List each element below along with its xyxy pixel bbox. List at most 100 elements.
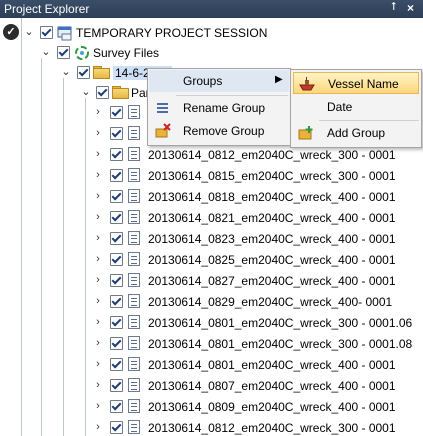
folder-icon (93, 66, 110, 79)
file-icon (128, 126, 140, 140)
file-row[interactable]: › 20130614_0807_em2040C_wreck_400 - 0001 (0, 376, 423, 396)
expand-arrow-icon[interactable]: › (92, 337, 104, 349)
file-icon (128, 210, 140, 224)
file-row[interactable]: › 20130614_0812_em2040C_wreck_300 - 0001 (0, 145, 423, 165)
panel-titlebar: Project Explorer ⭡ × (0, 0, 423, 18)
file-checkbox[interactable] (110, 316, 123, 329)
rename-group-icon (155, 100, 171, 116)
file-row[interactable]: › 20130614_0825_em2040C_wreck_400 - 0001 (0, 250, 423, 270)
file-checkbox[interactable] (110, 358, 123, 371)
file-row[interactable]: › 20130614_0812_em2040C_wreck_300 - 0001 (0, 418, 423, 436)
survey-files-icon (74, 45, 90, 61)
close-icon[interactable]: × (407, 1, 414, 15)
date-folder-checkbox[interactable] (77, 66, 90, 79)
menu-item-rename-label: Rename Group (183, 101, 266, 115)
file-row[interactable]: › 20130614_0801_em2040C_wreck_300 - 0001… (0, 313, 423, 333)
expand-arrow-icon[interactable]: › (92, 316, 104, 328)
expand-arrow-icon[interactable]: › (92, 253, 104, 265)
file-checkbox[interactable] (110, 169, 123, 182)
file-label: 20130614_0807_em2040C_wreck_400 - 0001 (148, 379, 396, 393)
file-checkbox[interactable] (110, 232, 123, 245)
file-label: 20130614_0825_em2040C_wreck_400 - 0001 (148, 253, 396, 267)
file-row[interactable]: › 20130614_0801_em2040C_wreck_400 - 0001 (0, 355, 423, 375)
collapse-arrow-icon[interactable]: ⌄ (23, 26, 35, 38)
expand-arrow-icon[interactable]: › (92, 148, 104, 160)
file-row[interactable]: › 20130614_0801_em2040C_wreck_300 - 0001… (0, 334, 423, 354)
vessel-icon (299, 76, 315, 92)
expand-arrow-icon[interactable]: › (92, 295, 104, 307)
file-checkbox[interactable] (110, 211, 123, 224)
pin-icon[interactable]: ⭡ (391, 1, 396, 14)
file-row[interactable]: › 20130614_0829_em2040C_wreck_400- 0001 (0, 292, 423, 312)
expand-arrow-icon[interactable]: › (92, 421, 104, 433)
file-label: 20130614_0818_em2040C_wreck_400 - 0001 (148, 190, 396, 204)
file-checkbox[interactable] (110, 127, 123, 140)
menu-separator (319, 120, 419, 121)
file-label: 20130614_0812_em2040C_wreck_300 - 0001 (148, 421, 396, 435)
file-icon (128, 399, 140, 413)
submenu-date-label: Date (327, 100, 353, 114)
expand-arrow-icon[interactable]: › (92, 169, 104, 181)
expand-arrow-icon[interactable]: › (92, 190, 104, 202)
file-checkbox[interactable] (110, 106, 123, 119)
submenu-item-date[interactable]: Date (293, 96, 419, 118)
file-icon (128, 294, 140, 308)
expand-arrow-icon[interactable]: › (92, 232, 104, 244)
panel-title: Project Explorer (4, 2, 90, 16)
menu-item-rename-group[interactable]: Rename Group (149, 97, 289, 119)
collapse-arrow-icon[interactable]: ⌄ (40, 46, 52, 58)
file-icon (128, 357, 140, 371)
file-label: 20130614_0812_em2040C_wreck_300 - 0001 (148, 148, 396, 162)
file-icon (128, 189, 140, 203)
file-label: 20130614_0801_em2040C_wreck_300 - 0001.0… (148, 337, 413, 351)
file-checkbox[interactable] (110, 295, 123, 308)
file-icon (128, 315, 140, 329)
collapse-arrow-icon[interactable]: ⌄ (60, 66, 72, 78)
session-checkbox[interactable] (40, 26, 53, 39)
tree-row-survey-files[interactable]: ⌄ Survey Files (0, 43, 423, 63)
survey-files-checkbox[interactable] (57, 46, 70, 59)
add-group-icon (298, 125, 314, 141)
file-icon (128, 273, 140, 287)
file-icon (128, 336, 140, 350)
file-row[interactable]: › 20130614_0821_em2040C_wreck_400 - 0001 (0, 208, 423, 228)
file-checkbox[interactable] (110, 253, 123, 266)
expand-arrow-icon[interactable]: › (92, 106, 104, 118)
file-label: 20130614_0827_em2040C_wreck_400 - 0001 (148, 274, 396, 288)
file-checkbox[interactable] (110, 148, 123, 161)
expand-arrow-icon[interactable]: › (92, 127, 104, 139)
expand-arrow-icon[interactable]: › (92, 379, 104, 391)
file-row[interactable]: › 20130614_0815_em2040C_wreck_300 - 0001 (0, 166, 423, 186)
menu-item-groups[interactable]: Groups ▶ (149, 70, 289, 92)
file-checkbox[interactable] (110, 379, 123, 392)
file-icon (128, 105, 140, 119)
status-check-icon: ✓ (3, 24, 19, 40)
submenu-item-vessel-name[interactable]: Vessel Name (293, 72, 419, 94)
collapse-arrow-icon[interactable]: ⌄ (80, 86, 92, 98)
file-checkbox[interactable] (110, 400, 123, 413)
file-icon (128, 378, 140, 392)
menu-separator (176, 95, 288, 96)
file-icon (128, 168, 140, 182)
submenu-vessel-label: Vessel Name (328, 77, 399, 91)
file-row[interactable]: › 20130614_0818_em2040C_wreck_400 - 0001 (0, 187, 423, 207)
tree-row-session[interactable]: ✓ ⌄ TEMPORARY PROJECT SESSION (0, 23, 423, 43)
file-icon (128, 420, 140, 434)
expand-arrow-icon[interactable]: › (92, 211, 104, 223)
file-checkbox[interactable] (110, 190, 123, 203)
file-checkbox[interactable] (110, 274, 123, 287)
expand-arrow-icon[interactable]: › (92, 274, 104, 286)
file-row[interactable]: › 20130614_0827_em2040C_wreck_400 - 0001 (0, 271, 423, 291)
file-icon (128, 231, 140, 245)
file-row[interactable]: › 20130614_0809_em2040C_wreck_400 - 0001 (0, 397, 423, 417)
file-checkbox[interactable] (110, 337, 123, 350)
file-checkbox[interactable] (110, 421, 123, 434)
submenu-item-add-group[interactable]: Add Group (293, 122, 419, 144)
survey-files-label: Survey Files (93, 46, 160, 60)
menu-item-remove-group[interactable]: Remove Group (149, 120, 289, 142)
expand-arrow-icon[interactable]: › (92, 358, 104, 370)
expand-arrow-icon[interactable]: › (92, 400, 104, 412)
file-row[interactable]: › 20130614_0823_em2040C_wreck_400 - 0001 (0, 229, 423, 249)
subfolder-checkbox[interactable] (96, 86, 109, 99)
submenu-arrow-icon: ▶ (275, 74, 283, 85)
